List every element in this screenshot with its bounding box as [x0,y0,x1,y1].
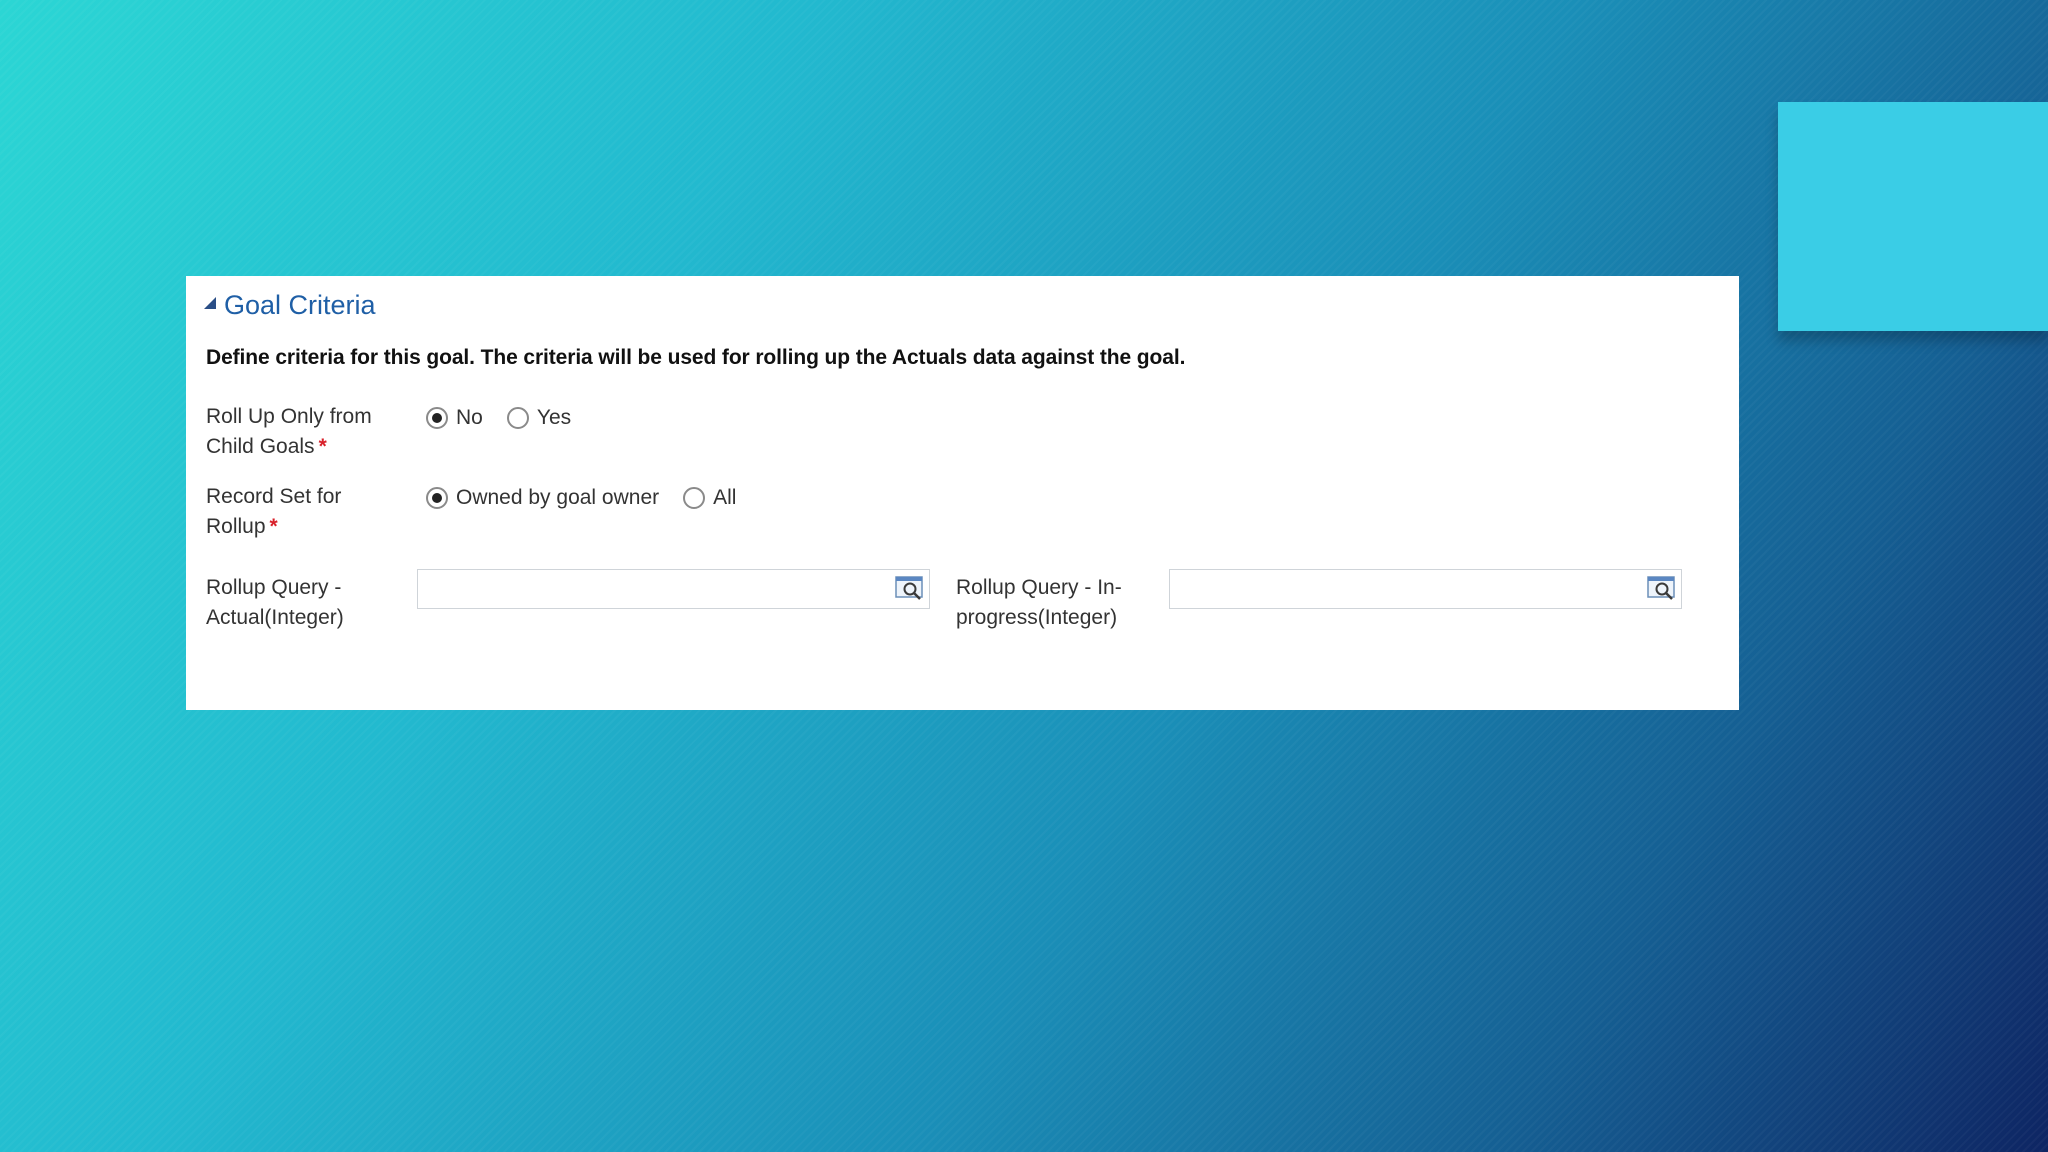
rollup-query-actual-label: Rollup Query - Actual(Integer) [206,576,344,629]
rollup-query-actual-input[interactable] [418,570,889,608]
rollup-child-goals-label-text: Roll Up Only from Child Goals [206,405,372,458]
rollup-child-yes-option[interactable]: Yes [506,406,572,430]
rollup-child-goals-label: Roll Up Only from Child Goals * [206,402,372,462]
decorative-accent-block [1778,102,2048,331]
lookup-search-icon[interactable] [895,575,925,603]
rollup-child-goals-radio-group: No Yes [426,406,595,430]
radio-label: All [713,486,737,509]
goal-criteria-section-toggle[interactable]: Goal Criteria [204,290,376,321]
goal-criteria-panel: Goal Criteria Define criteria for this g… [186,276,1739,710]
radio-label: Owned by goal owner [456,486,660,509]
radio-unselected-icon[interactable] [683,487,706,509]
record-set-rollup-label: Record Set for Rollup * [206,482,341,542]
section-title: Goal Criteria [224,290,376,320]
required-indicator: * [269,515,278,538]
rollup-query-inprogress-lookup [1169,569,1682,609]
rollup-query-inprogress-input[interactable] [1170,570,1641,608]
radio-selected-icon[interactable] [426,407,448,429]
section-description: Define criteria for this goal. The crite… [206,346,1186,369]
rollup-query-inprogress-label: Rollup Query - In- progress(Integer) [956,576,1122,629]
required-indicator: * [318,435,327,458]
radio-selected-icon[interactable] [426,487,448,509]
radio-label: No [456,406,483,429]
rollup-query-actual-lookup [417,569,930,609]
record-set-owned-option[interactable]: Owned by goal owner [426,486,659,510]
record-set-all-option[interactable]: All [683,486,736,510]
record-set-radio-group: Owned by goal owner All [426,486,760,510]
collapse-triangle-icon[interactable] [204,296,216,309]
rollup-child-no-option[interactable]: No [426,406,483,430]
radio-unselected-icon[interactable] [506,407,529,429]
lookup-search-icon[interactable] [1647,575,1677,603]
radio-label: Yes [536,406,572,429]
